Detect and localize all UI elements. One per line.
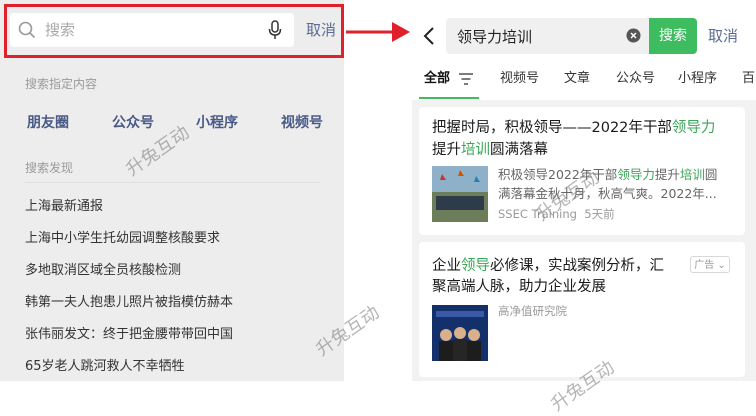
search-button[interactable]: 搜索 (649, 18, 697, 54)
search-channels-link[interactable]: 视频号 (281, 114, 323, 132)
result-thumbnail (432, 166, 488, 222)
discover-item[interactable]: 张伟丽发文：终于把金腰带带回中国 (25, 326, 233, 344)
filter-icon[interactable] (459, 73, 473, 85)
result-source: 高净值研究院 (498, 304, 567, 318)
discover-item[interactable]: 65岁老人跳河救人不幸牺牲 (25, 358, 185, 376)
result-title-line2[interactable]: 提升培训圆满落幕 (432, 139, 548, 161)
discover-title: 搜索发现 (25, 161, 74, 175)
result-time: 5天前 (584, 207, 615, 221)
discover-item[interactable]: 多地取消区域全员核酸检测 (25, 262, 181, 280)
result-excerpt-line2: 满落幕金秋十月，秋高气爽。2022年... (498, 186, 717, 201)
search-official-accounts-link[interactable]: 公众号 (112, 114, 154, 132)
search-moments-link[interactable]: 朋友圈 (27, 114, 69, 132)
clear-icon[interactable] (626, 28, 641, 43)
cancel-button[interactable]: 取消 (708, 26, 738, 46)
tab-mini-programs[interactable]: 小程序 (678, 70, 717, 88)
result-title[interactable]: 企业领导必修课，实战案例分析，汇 (432, 255, 664, 277)
highlight-box (4, 4, 344, 58)
discover-item[interactable]: 上海最新通报 (25, 198, 103, 216)
back-arrow-icon[interactable] (421, 26, 437, 46)
discover-item[interactable]: 韩第一夫人抱患儿照片被指模仿赫本 (25, 294, 233, 312)
tab-all[interactable]: 全部 (424, 70, 450, 88)
tab-more[interactable]: 百 (742, 70, 755, 88)
result-excerpt: 积极领导2022年干部领导力提升培训圆 (498, 167, 718, 182)
tab-articles[interactable]: 文章 (564, 70, 590, 88)
discover-item[interactable]: 上海中小学生托幼园调整核酸要求 (25, 230, 220, 248)
result-title-line2[interactable]: 聚高端人脉，助力企业发展 (432, 276, 606, 298)
active-tab-indicator (419, 97, 479, 99)
query-text: 领导力培训 (457, 28, 533, 46)
result-thumbnail (432, 305, 488, 361)
ad-badge[interactable]: 广告 ⌄ (690, 256, 730, 273)
tab-official-accounts[interactable]: 公众号 (616, 70, 655, 88)
red-arrow-icon (346, 22, 410, 42)
divider (25, 182, 320, 183)
specified-content-title: 搜索指定内容 (25, 77, 98, 91)
tab-channels[interactable]: 视频号 (500, 70, 539, 88)
search-mini-programs-link[interactable]: 小程序 (196, 114, 238, 132)
result-title[interactable]: 把握时局，积极领导——2022年干部领导力 (432, 117, 715, 139)
